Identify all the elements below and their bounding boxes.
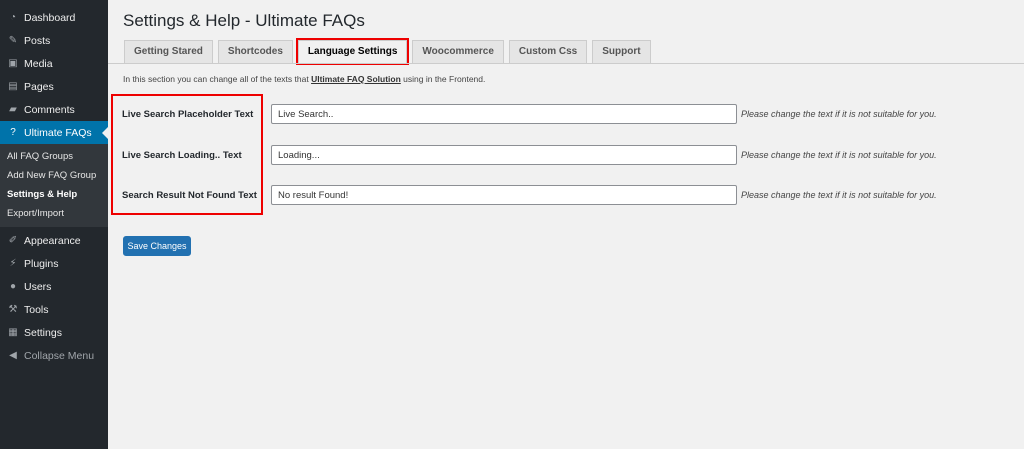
submenu-export-import[interactable]: Export/Import: [0, 204, 108, 223]
tab-getting-started[interactable]: Getting Stared: [124, 40, 213, 63]
setting-row-placeholder: Live Search Placeholder Text Please chan…: [122, 104, 937, 124]
submenu-all-faq-groups[interactable]: All FAQ Groups: [0, 147, 108, 166]
setting-hint: Please change the text if it is not suit…: [741, 190, 937, 200]
tab-bar: Getting Stared Shortcodes Language Setti…: [124, 38, 651, 65]
sidebar-item-label: Tools: [24, 303, 49, 316]
dashboard-icon: ◔: [9, 12, 17, 23]
sidebar-item-label: Comments: [24, 103, 75, 116]
setting-label: Search Result Not Found Text: [122, 189, 257, 201]
brush-icon: ✐: [8, 235, 18, 246]
sidebar-item-label: Pages: [24, 80, 54, 93]
main-content: Settings & Help - Ultimate FAQs Getting …: [108, 0, 1024, 449]
sidebar-item-ultimate-faqs[interactable]: ? Ultimate FAQs: [0, 121, 108, 144]
sidebar-item-label: Users: [24, 280, 52, 293]
sidebar-item-plugins[interactable]: ⚡ Plugins: [0, 252, 108, 275]
wrench-icon: ⚒: [8, 304, 18, 315]
save-changes-button[interactable]: Save Changes: [123, 236, 191, 256]
setting-label: Live Search Placeholder Text: [122, 108, 254, 120]
collapse-icon: ◀: [9, 350, 17, 361]
sidebar-item-users[interactable]: ● Users: [0, 275, 108, 298]
settings-icon: ▦: [8, 327, 18, 338]
intro-prefix: In this section you can change all of th…: [123, 74, 312, 84]
comment-icon: ▰: [9, 104, 17, 115]
intro-link[interactable]: Ultimate FAQ Solution: [311, 74, 401, 84]
page-title: Settings & Help - Ultimate FAQs: [123, 11, 365, 30]
sidebar-item-label: Collapse Menu: [24, 349, 95, 362]
tab-support[interactable]: Support: [592, 40, 651, 63]
submenu-settings-help[interactable]: Settings & Help: [0, 185, 108, 204]
setting-label: Live Search Loading.. Text: [122, 149, 242, 161]
sidebar-item-label: Settings: [24, 326, 62, 339]
setting-hint: Please change the text if it is not suit…: [741, 109, 937, 119]
placeholder-text-input[interactable]: [271, 104, 737, 124]
faq-submenu: All FAQ Groups Add New FAQ Group Setting…: [0, 144, 108, 227]
intro-suffix: using in the Frontend.: [400, 74, 486, 84]
sidebar-item-label: Appearance: [24, 234, 81, 247]
loading-text-input[interactable]: [271, 145, 737, 165]
sidebar-item-label: Media: [24, 57, 53, 70]
setting-hint: Please change the text if it is not suit…: [741, 150, 937, 160]
setting-row-loading: Live Search Loading.. Text Please change…: [122, 145, 937, 165]
sidebar-item-pages[interactable]: ▤ Pages: [0, 75, 108, 98]
submenu-add-new-faq-group[interactable]: Add New FAQ Group: [0, 166, 108, 185]
sidebar-item-tools[interactable]: ⚒ Tools: [0, 298, 108, 321]
tab-woocommerce[interactable]: Woocommerce: [412, 40, 504, 63]
intro-text: In this section you can change all of th…: [123, 74, 485, 84]
sidebar-item-label: Posts: [24, 34, 51, 47]
sidebar-item-media[interactable]: ▣ Media: [0, 52, 108, 75]
sidebar-item-comments[interactable]: ▰ Comments: [0, 98, 108, 121]
tab-language-settings[interactable]: Language Settings: [295, 38, 410, 65]
sidebar-item-dashboard[interactable]: ◔ Dashboard: [0, 6, 108, 29]
tab-divider: [108, 63, 1024, 64]
setting-row-not-found: Search Result Not Found Text Please chan…: [122, 185, 937, 205]
tab-custom-css[interactable]: Custom Css: [508, 40, 588, 63]
question-icon: ?: [10, 127, 16, 138]
tab-shortcodes[interactable]: Shortcodes: [217, 40, 293, 63]
not-found-text-input[interactable]: [271, 185, 737, 205]
sidebar-item-settings[interactable]: ▦ Settings: [0, 321, 108, 344]
pin-icon: ✎: [8, 35, 18, 46]
sidebar-item-label: Ultimate FAQs: [24, 126, 92, 139]
sidebar-item-posts[interactable]: ✎ Posts: [0, 29, 108, 52]
sidebar-item-label: Dashboard: [24, 11, 76, 24]
media-icon: ▣: [8, 58, 18, 69]
pages-icon: ▤: [8, 81, 18, 92]
user-icon: ●: [9, 281, 17, 292]
plug-icon: ⚡: [9, 258, 17, 269]
sidebar-item-appearance[interactable]: ✐ Appearance: [0, 229, 108, 252]
collapse-menu-button[interactable]: ◀ Collapse Menu: [0, 344, 108, 367]
admin-sidebar: ◔ Dashboard ✎ Posts ▣ Media ▤ Pages ▰ Comment…: [0, 0, 108, 449]
sidebar-item-label: Plugins: [24, 257, 59, 270]
